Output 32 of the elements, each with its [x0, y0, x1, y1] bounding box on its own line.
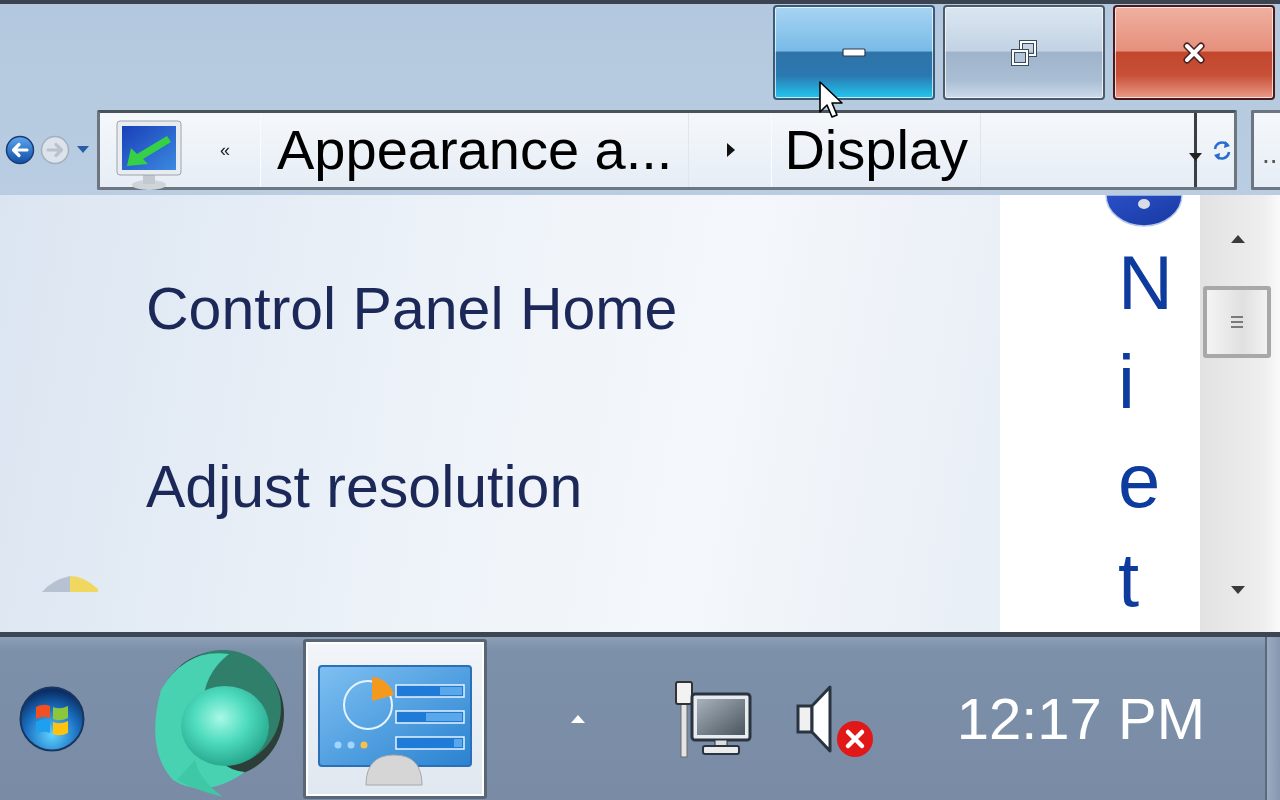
breadcrumb[interactable]: Appearance a...	[260, 113, 690, 187]
caret-icon[interactable]	[727, 143, 736, 157]
refresh-icon[interactable]	[1212, 139, 1232, 161]
back-button[interactable]	[5, 135, 35, 165]
scrollbar[interactable]	[1200, 195, 1280, 632]
scroll-down-icon[interactable]	[1231, 586, 1245, 594]
dropdown-icon[interactable]	[1188, 113, 1202, 187]
close-icon	[1182, 41, 1206, 64]
pointer-icon	[818, 80, 846, 120]
network-icon[interactable]	[672, 679, 753, 758]
restore-button[interactable]	[943, 5, 1105, 100]
restore-icon	[1011, 39, 1037, 66]
address-bar[interactable]: « Appearance a... Display	[97, 110, 1237, 190]
task-link[interactable]: Control Panel Home	[146, 274, 678, 345]
scroll-up-icon[interactable]	[1231, 235, 1245, 243]
search-field[interactable]: ..	[1251, 110, 1280, 190]
task-link[interactable]: Adjust resolution	[146, 452, 583, 523]
close-button[interactable]	[1113, 5, 1275, 100]
orb-icon	[19, 685, 85, 752]
heading-letter: N	[1117, 239, 1174, 327]
scrollbar-thumb[interactable]	[1203, 286, 1271, 358]
monitor-icon	[113, 118, 185, 190]
dashboard-icon	[318, 664, 472, 787]
heading-letter: t	[1117, 536, 1141, 624]
minimize-icon	[842, 47, 866, 58]
grip-icon	[1230, 314, 1244, 330]
heading-letter: i	[1117, 338, 1136, 426]
minimize-button[interactable]	[773, 5, 935, 100]
overflow-chevron[interactable]: «	[220, 139, 230, 161]
taskbar-button[interactable]	[303, 638, 487, 799]
start-button[interactable]	[19, 685, 85, 752]
heading-letter: e	[1117, 437, 1162, 525]
